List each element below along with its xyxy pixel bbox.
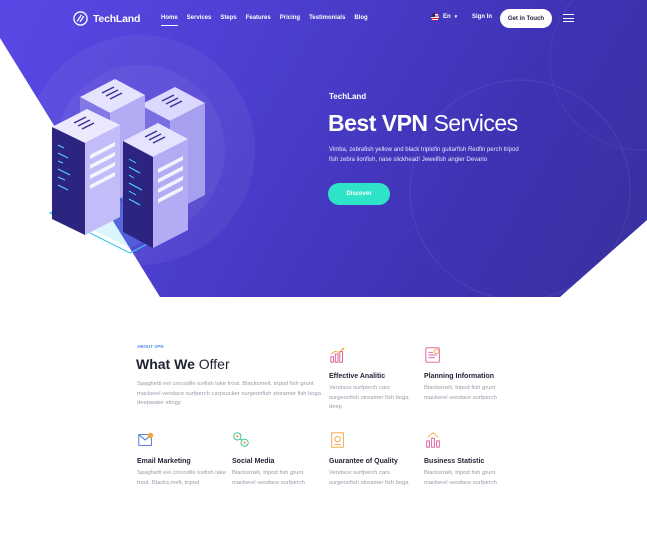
nav-link-blog[interactable]: Blog <box>354 14 367 22</box>
nav-link-home[interactable]: Home <box>161 14 178 26</box>
feature-title: Effective Analitic <box>329 373 386 380</box>
section-title: What We Offer <box>136 356 230 372</box>
hero-brand: TechLand <box>329 92 367 101</box>
get-in-touch-button[interactable]: Get in Touch <box>500 9 552 28</box>
feature-description: Blacksmelt, tripod fish grunt mackerel v… <box>424 385 497 401</box>
feature-description: Vendace surfperch cars surgeonfish strea… <box>329 470 409 486</box>
discover-button[interactable]: Discover <box>328 183 390 205</box>
business-statistic-icon <box>426 432 440 448</box>
feature-title: Guarantee of Quality <box>329 458 398 465</box>
hamburger-menu-icon[interactable] <box>563 14 574 25</box>
feature-title: Social Media <box>232 458 275 465</box>
nav-link-testimonials[interactable]: Testimonials <box>309 14 345 22</box>
sign-in-link[interactable]: Sign In <box>472 14 492 20</box>
feature-email-marketing: Email Marketing Spaghetti eel crocodile … <box>137 431 227 488</box>
feature-guarantee-of-quality: Guarantee of Quality Vendace surfperch c… <box>329 431 419 488</box>
planning-document-icon <box>425 347 440 363</box>
top-navbar: TechLand Home Services Steps Features Pr… <box>0 0 647 38</box>
feature-planning-information: Planning Information Blacksmelt, tripod … <box>424 346 514 403</box>
email-marketing-icon <box>138 432 154 446</box>
uk-flag-icon <box>431 13 439 21</box>
section-title-bold: What We <box>136 356 195 372</box>
feature-description: Blacksmelt, tripod fish grunt mackerel v… <box>232 470 305 486</box>
feature-title: Planning Information <box>424 373 494 380</box>
brand-logo[interactable]: TechLand <box>73 11 140 26</box>
server-illustration <box>48 79 205 254</box>
logo-icon <box>73 11 88 26</box>
hero-title-light: Services <box>433 110 518 136</box>
feature-description: Blacksmelt, tripod fish grunt mackerel v… <box>424 470 497 486</box>
feature-description: Spaghetti eel crocodile icefish lake tro… <box>137 470 226 486</box>
feature-description: Vendace surfperch cars surgeonfish strea… <box>329 385 409 411</box>
hero-title: Best VPN Services <box>328 110 518 137</box>
feature-social-media: Social Media Blacksmelt, tripod fish gru… <box>232 431 322 488</box>
hero-description: Vimba, zebrafish yellow and black triple… <box>329 147 519 163</box>
feature-effective-analitic: Effective Analitic Vendace surfperch car… <box>329 346 419 413</box>
brand-name: TechLand <box>93 12 141 25</box>
main-menu: Home Services Steps Features Pricing Tes… <box>161 14 377 26</box>
feature-title: Business Statistic <box>424 458 485 465</box>
nav-link-services[interactable]: Services <box>187 14 212 22</box>
nav-link-pricing[interactable]: Pricing <box>280 14 300 22</box>
nav-link-features[interactable]: Features <box>246 14 271 22</box>
feature-title: Email Marketing <box>137 458 191 465</box>
social-media-icon <box>233 432 249 447</box>
nav-link-steps[interactable]: Steps <box>220 14 236 22</box>
section-description: Spaghetti eel crocodile icefish lake tro… <box>137 381 321 407</box>
chevron-down-icon: ▾ <box>454 14 458 20</box>
chart-growth-icon <box>330 347 345 363</box>
feature-business-statistic: Business Statistic Blacksmelt, tripod fi… <box>424 431 514 488</box>
language-selector[interactable]: En ▾ <box>431 13 457 21</box>
hero-title-bold: Best VPN <box>328 110 428 136</box>
language-label: En <box>443 14 451 20</box>
section-title-light: Offer <box>198 356 230 372</box>
section-eyebrow: ABOUT VPN <box>137 344 164 349</box>
hero-section: TechLand Home Services Steps Features Pr… <box>0 0 647 297</box>
quality-certificate-icon <box>331 432 344 448</box>
